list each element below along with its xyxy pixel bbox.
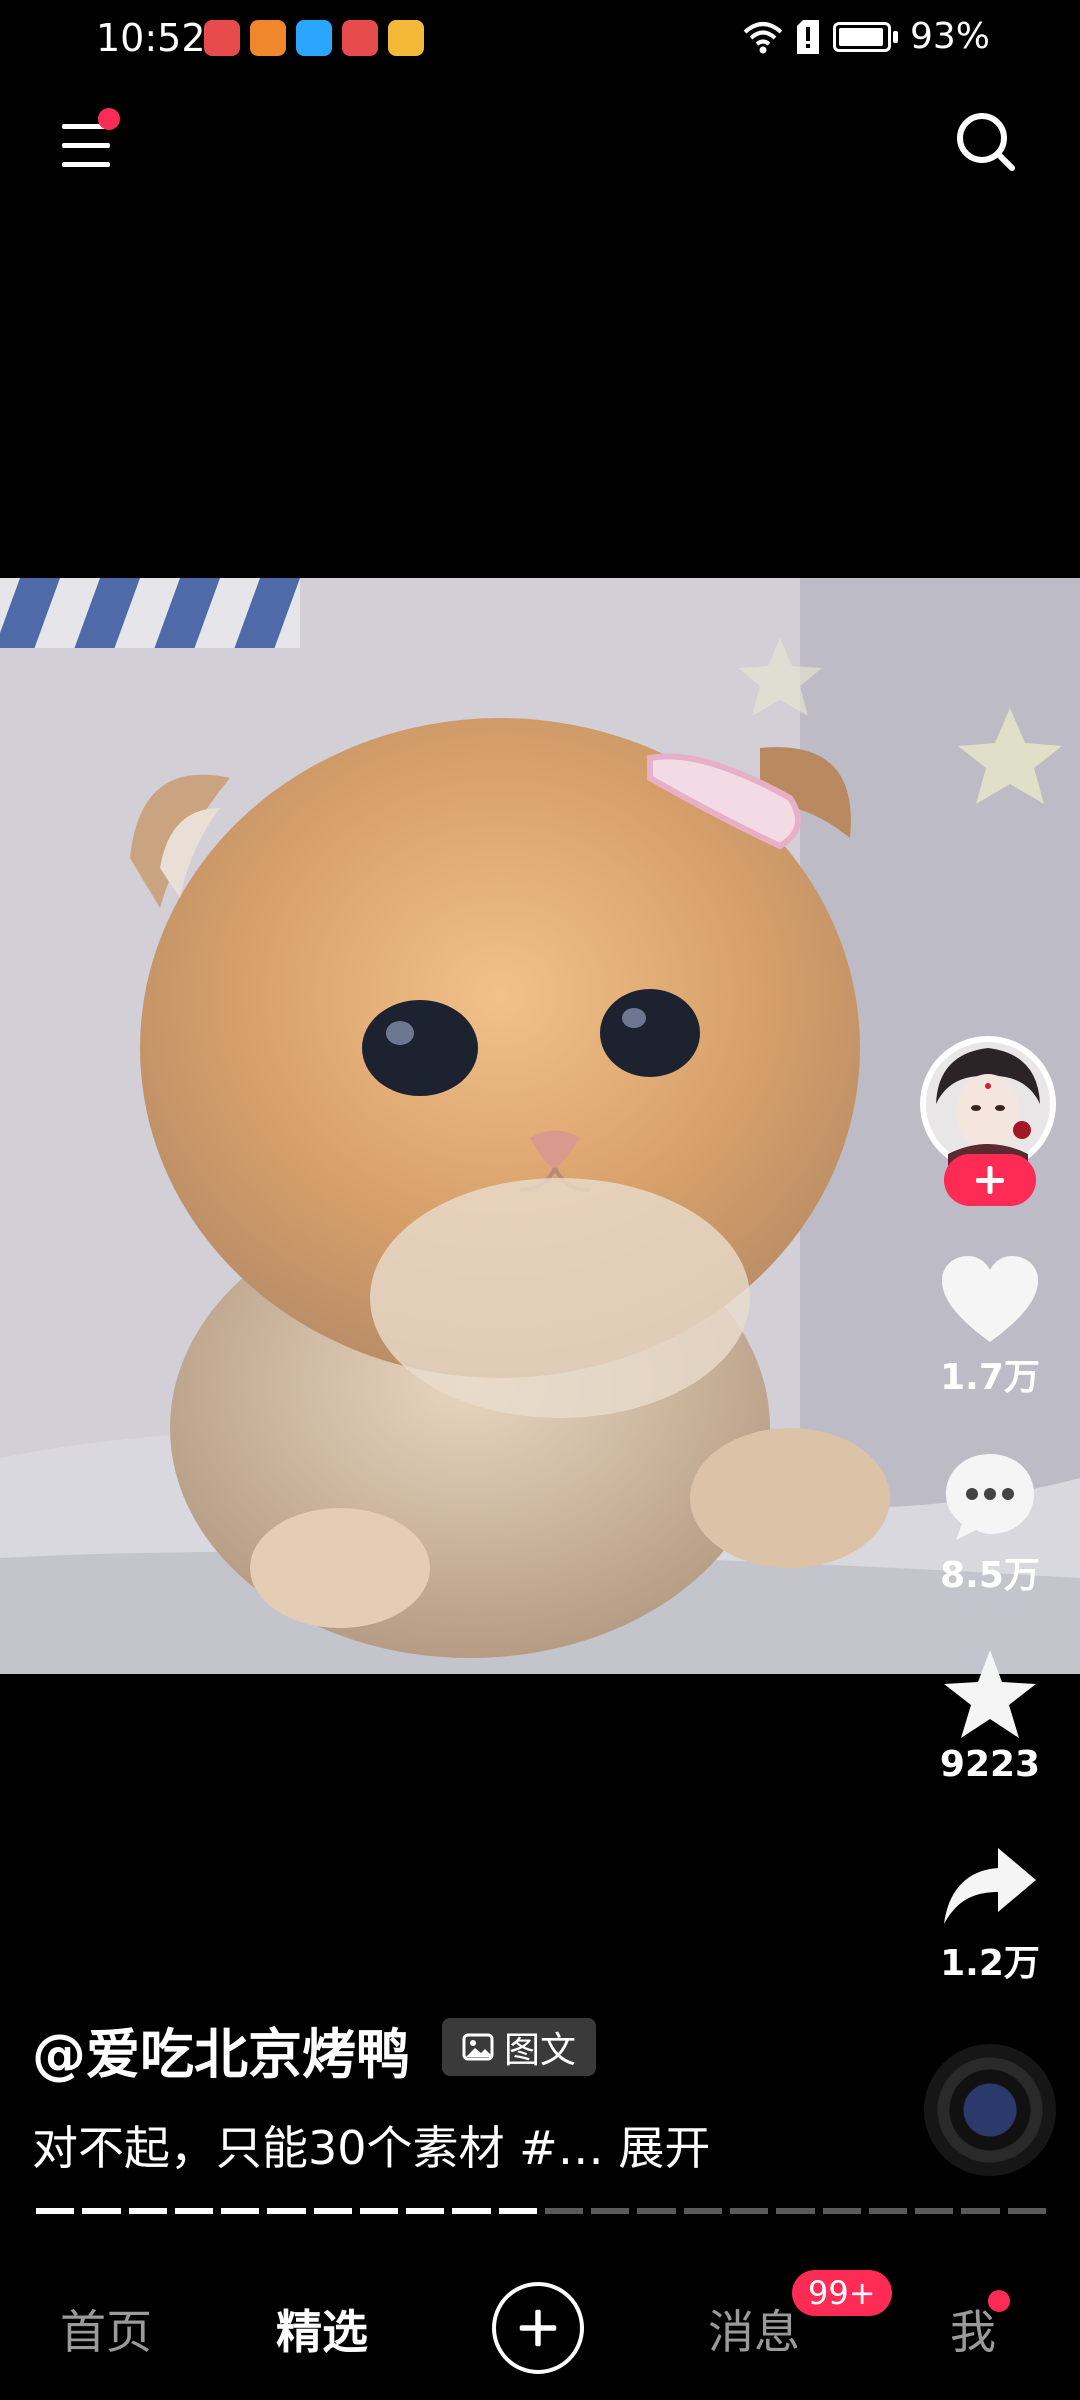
heart-icon: [942, 1256, 1038, 1342]
tab-home[interactable]: 首页: [60, 2296, 152, 2362]
comment-icon: [946, 1454, 1034, 1540]
progress-segment: [637, 2208, 676, 2214]
post-type-label: 图文: [504, 2030, 577, 2071]
huawei-store-icon: [342, 20, 378, 56]
game-center-icon: [250, 20, 286, 56]
status-right: 93%: [743, 16, 990, 57]
like-action[interactable]: 1.7万: [890, 1256, 1080, 1400]
star-icon: [944, 1650, 1036, 1738]
like-count: 1.7万: [940, 1357, 1040, 1398]
share-action[interactable]: 1.2万: [890, 1846, 1080, 1986]
tab-messages[interactable]: 消息: [708, 2296, 800, 2362]
huawei-store-icon: [204, 20, 240, 56]
battery-icon: [832, 21, 891, 52]
progress-segment: [683, 2208, 722, 2214]
wifi-icon: [743, 21, 783, 53]
progress-segment: [36, 2208, 75, 2214]
post-caption: 对不起，只能30个素材 #… 展开: [32, 2112, 710, 2178]
image-text-icon: [462, 2033, 494, 2061]
add-post-button[interactable]: [492, 2282, 584, 2374]
tab-featured[interactable]: 精选: [276, 2296, 368, 2362]
search-icon[interactable]: [954, 110, 1018, 174]
progress-segment: [498, 2208, 537, 2214]
messages-badge: 99+: [792, 2270, 892, 2316]
progress-segment: [313, 2208, 352, 2214]
favorite-action[interactable]: 9223: [890, 1648, 1080, 1785]
sim-alert-icon: [796, 19, 819, 54]
progress-segment: [868, 2208, 908, 2214]
comment-action[interactable]: 8.5万: [890, 1452, 1080, 1598]
battery-percent: 93%: [909, 16, 990, 57]
browser-search-icon: [296, 20, 332, 56]
status-time: 10:52: [96, 16, 206, 60]
progress-segment: [729, 2208, 769, 2214]
me-notification-dot: [988, 2290, 1010, 2312]
share-count: 1.2万: [940, 1943, 1040, 1984]
status-bar: 10:52 93%: [0, 0, 1080, 78]
progress-segment: [82, 2208, 121, 2214]
notes-app-icon: [388, 20, 424, 56]
menu-notification-dot: [98, 108, 120, 130]
progress-segment: [776, 2208, 815, 2214]
progress-segment: [406, 2208, 445, 2214]
notification-icons: [204, 20, 424, 56]
progress-segment: [267, 2208, 306, 2214]
image-progress-bar[interactable]: [36, 2208, 1046, 2214]
comment-count: 8.5万: [940, 1555, 1040, 1596]
progress-segment: [452, 2208, 491, 2214]
follow-button[interactable]: [944, 1154, 1036, 1206]
caption-text: 对不起，只能30个素材 #…: [32, 2121, 619, 2175]
progress-segment: [591, 2208, 630, 2214]
progress-segment: [128, 2208, 167, 2214]
progress-segment: [961, 2208, 1000, 2214]
avatar[interactable]: [918, 1034, 1058, 1174]
favorite-count: 9223: [939, 1744, 1041, 1785]
progress-segment: [915, 2208, 954, 2214]
battery-cap: [892, 30, 898, 43]
progress-segment: [544, 2208, 584, 2214]
music-disc-icon[interactable]: [924, 2044, 1056, 2176]
author-name[interactable]: @爱吃北京烤鸭: [32, 2010, 410, 2089]
progress-segment: [359, 2208, 399, 2214]
progress-segment: [174, 2208, 214, 2214]
post-type-tag: 图文: [442, 2018, 597, 2076]
progress-segment: [1007, 2208, 1046, 2214]
progress-segment: [822, 2208, 861, 2214]
expand-button[interactable]: 展开: [618, 2121, 710, 2175]
progress-segment: [221, 2208, 260, 2214]
share-icon: [944, 1848, 1036, 1924]
